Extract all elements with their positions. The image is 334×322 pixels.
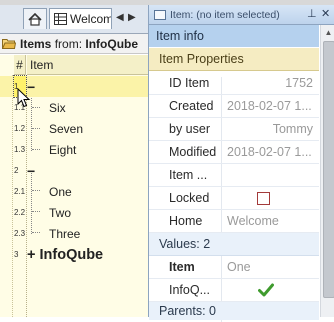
property-row-modified[interactable]: Modified 2018-02-07 1... — [149, 141, 319, 164]
mouse-pointer-icon — [17, 88, 31, 108]
property-value: 2018-02-07 1... — [227, 145, 312, 159]
property-label: Home — [169, 214, 203, 228]
row-number: 1.3 — [14, 145, 26, 154]
parents-section[interactable]: Parents: 0 — [149, 302, 319, 320]
row-text: − — [27, 162, 36, 179]
row-number: 2 — [14, 166, 19, 175]
home-tab[interactable] — [23, 8, 47, 29]
panel-title: Item: (no item selected) — [170, 8, 280, 21]
panel-titlebar[interactable]: Item: (no item selected) ⊥ ✕ — [149, 5, 334, 25]
property-label: by user — [169, 122, 210, 136]
pin-icon[interactable]: ⊥ — [307, 7, 317, 20]
values-label: Values: 2 — [159, 237, 211, 251]
qube-name: InfoQube — [85, 36, 139, 51]
property-label: Created — [169, 99, 214, 113]
property-row-item-extra[interactable]: Item ... — [149, 164, 319, 187]
row-number: 2.3 — [14, 229, 26, 238]
close-icon[interactable]: ✕ — [321, 7, 330, 20]
checkmark-icon — [258, 283, 274, 297]
column-header-item[interactable]: Item — [27, 55, 150, 75]
property-value — [227, 164, 319, 186]
column-item-label: Item — [30, 57, 54, 72]
locked-checkbox[interactable] — [257, 191, 270, 205]
grid-source-header: Items from: InfoQube — [0, 34, 150, 54]
value-text: One — [227, 260, 251, 274]
property-label: Modified — [169, 145, 217, 159]
row-text: Seven — [49, 121, 84, 136]
grid-row[interactable]: 3 + InfoQube — [0, 244, 150, 265]
property-row-home[interactable]: Home Welcome — [149, 210, 319, 233]
item-info-header[interactable]: Item info — [149, 25, 319, 47]
row-number: 2.1 — [14, 187, 26, 196]
items-label: Items — [20, 36, 52, 51]
grid-icon — [54, 13, 67, 25]
property-row-locked[interactable]: Locked — [149, 187, 319, 210]
value-checkmark — [227, 279, 319, 301]
window-icon — [154, 9, 166, 20]
property-row-id[interactable]: ID Item 1752 — [149, 72, 319, 95]
property-label: Locked — [169, 191, 210, 205]
tab-scroll-right-icon[interactable]: ▶ — [128, 12, 136, 23]
row-text: Eight — [49, 142, 77, 157]
property-value: 2018-02-07 1... — [227, 99, 312, 113]
parents-label: Parents: 0 — [159, 304, 216, 318]
row-text: Six — [49, 100, 66, 115]
tab-scroll-left-icon[interactable]: ◀ — [116, 12, 124, 23]
item-properties-section[interactable]: Item Properties — [149, 48, 319, 71]
from-label: from: — [51, 36, 86, 51]
grid-row[interactable]: 2 − — [0, 160, 150, 181]
folder-open-icon — [2, 39, 16, 49]
row-number: 2.2 — [14, 208, 26, 217]
grid-row[interactable]: 2.3 Three — [0, 223, 150, 244]
property-value: 1752 — [285, 76, 313, 90]
values-section[interactable]: Values: 2 — [149, 233, 319, 256]
row-text: One — [49, 184, 72, 199]
value-label: InfoQ... — [169, 283, 210, 297]
property-value — [227, 187, 319, 209]
home-icon — [28, 12, 42, 26]
tab-welcome-label: Welcome — [70, 12, 111, 26]
value-label: Item — [169, 260, 195, 274]
panel-scrollbar[interactable]: ▲ — [320, 25, 334, 317]
row-number: 3 — [14, 250, 19, 259]
row-text: + InfoQube — [27, 246, 104, 263]
grid-row[interactable]: 1.3 Eight — [0, 139, 150, 160]
grid-row[interactable]: 1.2 Seven — [0, 118, 150, 139]
value-row-infoqube[interactable]: InfoQ... — [149, 279, 319, 302]
property-label: Item ... — [169, 168, 208, 182]
row-text: Two — [49, 205, 72, 220]
item-properties-label: Item Properties — [159, 52, 244, 66]
scroll-up-icon[interactable]: ▲ — [321, 25, 334, 39]
property-value: Welcome — [227, 214, 279, 228]
row-text: Three — [49, 226, 81, 241]
item-grid[interactable]: # Item 1 − 1.1 Six 1.2 Seven 1.3 Eight 2… — [0, 55, 150, 317]
item-info-label: Item info — [156, 29, 204, 43]
grid-row[interactable]: 2.2 Two — [0, 202, 150, 223]
column-number-label: # — [16, 57, 23, 72]
value-row-item[interactable]: Item One — [149, 256, 319, 279]
item-info-panel: Item: (no item selected) ⊥ ✕ Item info I… — [148, 5, 334, 322]
property-label: ID Item — [169, 76, 210, 90]
row-number: 1.2 — [14, 124, 26, 133]
property-value: Tommy — [272, 122, 313, 136]
column-header-number[interactable]: # — [14, 55, 26, 75]
scroll-thumb[interactable] — [323, 41, 334, 298]
property-row-created[interactable]: Created 2018-02-07 1... — [149, 95, 319, 118]
grid-row[interactable]: 2.1 One — [0, 181, 150, 202]
tab-welcome[interactable]: Welcome — [49, 8, 112, 29]
property-row-by-user[interactable]: by user Tommy — [149, 118, 319, 141]
